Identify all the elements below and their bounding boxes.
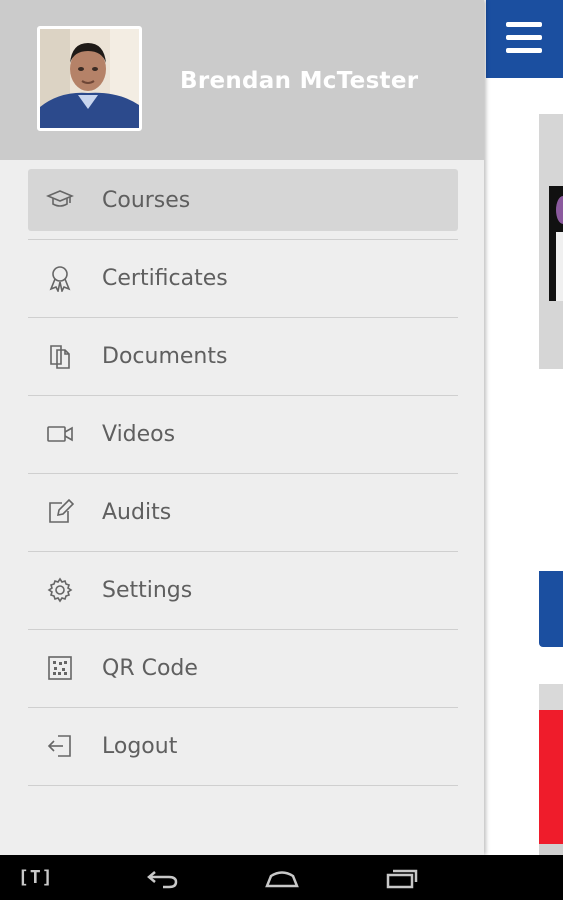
menu-label-videos: Videos [102, 421, 176, 447]
back-arrow-icon [147, 871, 178, 889]
menu-item-documents[interactable]: Documents [28, 325, 458, 396]
user-name: Brendan McTester [180, 68, 419, 94]
menu-item-courses[interactable]: Courses [28, 169, 458, 240]
menu-item-logout[interactable]: Logout [28, 715, 458, 786]
menu-label-documents: Documents [102, 343, 228, 369]
menu-label-audits: Audits [102, 499, 172, 525]
drawer-menu: Courses Certificates Documents Videos Au… [28, 169, 458, 793]
award-ribbon-icon [44, 264, 76, 292]
avatar[interactable] [37, 26, 142, 131]
drawer-header: Brendan McTester [0, 0, 484, 160]
menu-label-logout: Logout [102, 733, 178, 759]
back-button[interactable] [145, 866, 179, 894]
navigation-drawer: Brendan McTester Courses Certificates Do… [0, 0, 484, 855]
card-2-footer [539, 844, 563, 855]
tray-label: [T] [18, 867, 54, 888]
home-button[interactable] [264, 866, 300, 894]
menu-item-qr-code[interactable]: QR Code [28, 637, 458, 708]
edit-icon [44, 498, 76, 526]
card-action-button[interactable] [539, 571, 563, 647]
menu-label-settings: Settings [102, 577, 193, 603]
menu-item-settings[interactable]: Settings [28, 559, 458, 630]
menu-label-courses: Courses [102, 187, 191, 213]
menu-item-audits[interactable]: Audits [28, 481, 458, 552]
menu-item-videos[interactable]: Videos [28, 403, 458, 474]
card-2-image [539, 710, 563, 844]
logout-icon [44, 732, 76, 760]
card-image-light-region [556, 232, 563, 301]
hamburger-menu-icon[interactable] [506, 22, 542, 54]
menu-label-certificates: Certificates [102, 265, 228, 291]
gear-icon [44, 576, 76, 604]
documents-icon [44, 342, 76, 370]
recent-apps-button[interactable] [385, 866, 419, 894]
home-icon [265, 871, 299, 888]
profile-photo-icon [40, 29, 139, 128]
card-image-accent [556, 196, 563, 224]
recent-apps-icon [386, 869, 418, 889]
video-camera-icon [44, 420, 76, 448]
menu-label-qr-code: QR Code [102, 655, 198, 681]
graduation-cap-icon [44, 186, 76, 214]
menu-item-certificates[interactable]: Certificates [28, 247, 458, 318]
qr-code-icon [44, 654, 76, 682]
